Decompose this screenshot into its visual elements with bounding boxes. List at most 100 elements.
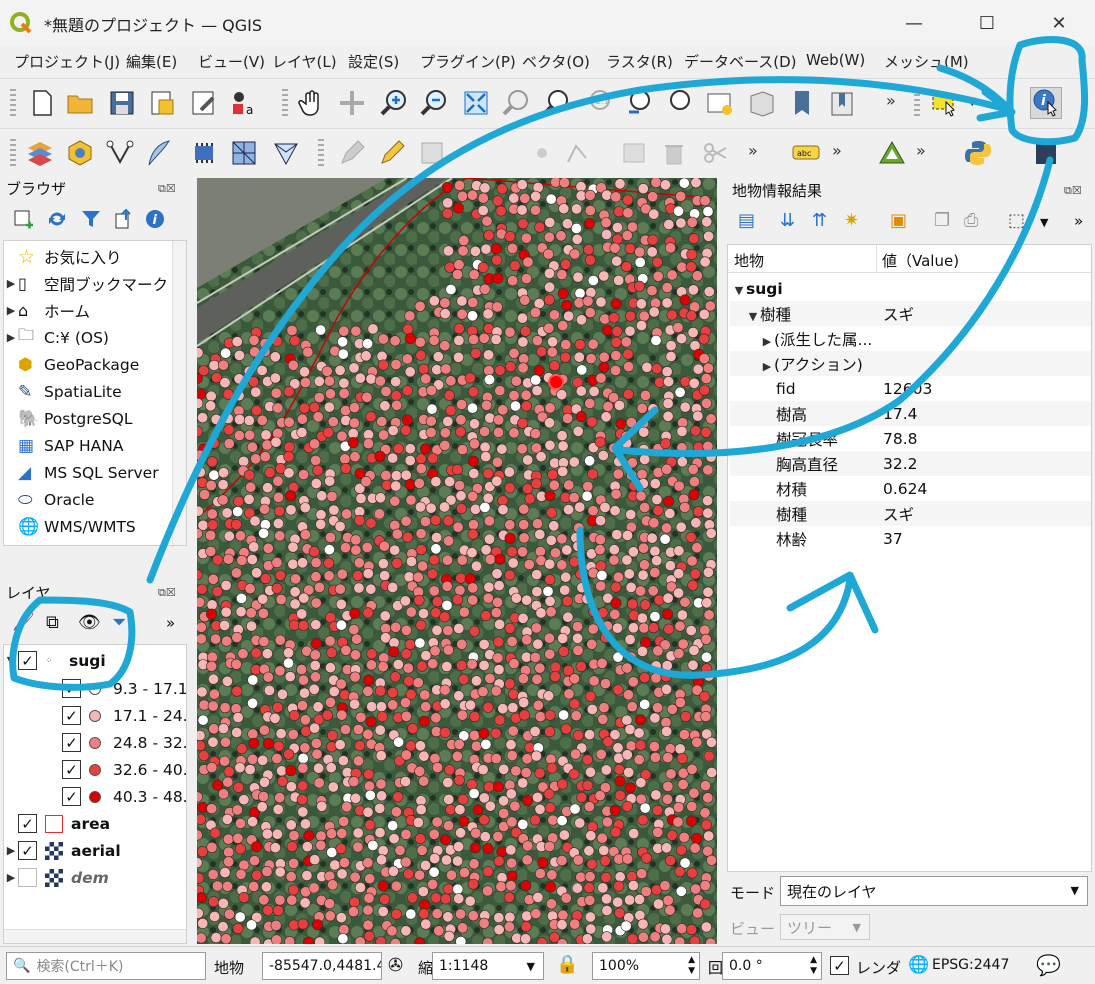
layer-sugi[interactable]: ▼ ✓ ⁘ sugi (4, 647, 106, 674)
new-temporary-layer-button[interactable] (188, 137, 220, 169)
menu-database[interactable]: データベース(D) (684, 51, 797, 72)
add-layer-icon[interactable] (12, 208, 34, 230)
browser-item-home[interactable]: ▶ ⌂ ホーム (4, 297, 90, 324)
info-icon[interactable]: i (144, 208, 166, 230)
legend-class-2[interactable]: ✓17.1 - 24.8 (62, 702, 186, 729)
messages-icon[interactable]: 💬 (1036, 953, 1061, 977)
processing-toolbox-button[interactable] (876, 137, 908, 169)
new-geopackage-button[interactable] (64, 137, 96, 169)
clear-results-icon[interactable]: ▣ (890, 210, 907, 231)
expand-tree-icon[interactable]: ▤ (738, 210, 755, 231)
expand-new-results-icon[interactable]: ✷ (844, 210, 859, 231)
menu-plugins[interactable]: プラグイン(P) (420, 51, 516, 72)
globe-icon[interactable]: 🌐 (908, 955, 929, 975)
minimize-button[interactable]: — (891, 6, 937, 40)
panel-float-close-buttons[interactable]: ⧉☒ (158, 586, 176, 600)
browser-item-mssql[interactable]: ◢ MS SQL Server (4, 459, 159, 486)
menu-view[interactable]: ビュー(V) (198, 51, 265, 72)
filter-icon[interactable]: ⏷ (112, 612, 126, 633)
zoom-full-button[interactable] (460, 87, 492, 119)
save-project-button[interactable] (106, 87, 138, 119)
data-source-manager-button[interactable] (24, 137, 56, 169)
bookmark-button[interactable] (746, 87, 778, 119)
toolbar-more-button[interactable]: » (832, 141, 842, 160)
zoom-in-button[interactable] (378, 87, 410, 119)
pan-map-button[interactable] (296, 87, 328, 119)
identify-derived-row[interactable]: ▶ (派生した属... (730, 326, 1091, 351)
identify-attribute-row[interactable]: 胸高直径 32.2 (730, 451, 1091, 476)
identify-attribute-row[interactable]: 材積 0.624 (730, 476, 1091, 501)
vertex-tool-button[interactable] (562, 137, 594, 169)
labels-button[interactable]: a (228, 87, 260, 119)
toolbar-grip[interactable] (318, 139, 324, 167)
layer-aerial[interactable]: ▶ ✓ aerial (4, 837, 121, 864)
filter-icon[interactable] (80, 208, 102, 230)
identify-attribute-row[interactable]: 樹種 スギ (730, 501, 1091, 526)
metasearch-button[interactable] (1030, 137, 1062, 169)
legend-class-checkbox[interactable]: ✓ (62, 733, 81, 752)
collapse-all-icon[interactable] (112, 208, 134, 230)
new-spatialite-button[interactable] (144, 137, 176, 169)
browser-item-postgresql[interactable]: 🐘 PostgreSQL (4, 405, 133, 432)
identify-mode-icon[interactable]: ⬚ (1008, 210, 1025, 231)
browser-item-oracle[interactable]: ⬭ Oracle (4, 486, 94, 513)
toolbar-more-button[interactable]: » (916, 141, 926, 160)
zoom-native-button[interactable]: 1:1 (582, 87, 614, 119)
toolbar-more-button[interactable]: » (748, 141, 758, 160)
menu-vector[interactable]: ベクタ(O) (522, 51, 590, 72)
magnifier-spinbox[interactable]: 100% ▲ ▼ (592, 952, 700, 980)
legend-class-5[interactable]: ✓40.3 - 48.0 (62, 783, 186, 810)
select-features-button[interactable] (928, 87, 960, 119)
cut-features-button[interactable] (700, 137, 732, 169)
legend-class-3[interactable]: ✓24.8 - 32.6 (62, 729, 186, 756)
zoom-next-button[interactable] (662, 87, 694, 119)
menu-layer[interactable]: レイヤ(L) (272, 51, 337, 72)
menu-mesh[interactable]: メッシュ(M) (884, 51, 969, 72)
mode-select[interactable]: 現在のレイヤ ▼ (780, 876, 1088, 906)
browser-item-geopackage[interactable]: ⬢ GeoPackage (4, 351, 139, 378)
zoom-to-selection-button[interactable] (500, 87, 532, 119)
rotation-spinbox[interactable]: 0.0 ° ▲ ▼ (722, 952, 822, 980)
legend-class-checkbox[interactable]: ✓ (62, 787, 81, 806)
identify-attribute-row[interactable]: 樹高 17.4 (730, 401, 1091, 426)
identify-attribute-row[interactable]: 樹冠長率 78.8 (730, 426, 1091, 451)
save-edits-button[interactable] (416, 137, 448, 169)
layer-visibility-checkbox[interactable]: ✓ (18, 814, 37, 833)
layer-visibility-checkbox[interactable] (18, 868, 37, 887)
identify-feature-row[interactable]: ▼ 樹種 スギ (730, 301, 1091, 326)
new-project-button[interactable] (26, 87, 58, 119)
identify-layer-row[interactable]: ▼ sugi (730, 276, 1091, 301)
identify-attribute-row[interactable]: fid 12603 (730, 376, 1091, 401)
legend-class-checkbox[interactable]: ✓ (62, 760, 81, 779)
column-header-feature[interactable]: 地物 (734, 250, 764, 271)
panel-float-close-buttons[interactable]: ⧉☒ (1064, 184, 1082, 198)
copy-feature-icon[interactable]: ❐ (934, 210, 950, 231)
layer-visibility-checkbox[interactable]: ✓ (18, 651, 37, 670)
toolbar-more-button[interactable]: » (1074, 212, 1083, 230)
browser-item-drive-c[interactable]: ▶ 🗀 C:¥ (OS) (4, 324, 109, 351)
toolbar-grip[interactable] (10, 139, 16, 167)
collapse-all-icon[interactable]: ⇈ (812, 210, 827, 231)
coordinate-field[interactable]: -85547.0,4481.4 (262, 952, 382, 980)
current-edits-button[interactable] (336, 137, 368, 169)
show-bookmarks-button[interactable] (786, 87, 818, 119)
identify-actions-row[interactable]: ▶ (アクション) (730, 351, 1091, 376)
identify-features-button[interactable]: i (1030, 87, 1062, 119)
menu-web[interactable]: Web(W) (806, 51, 865, 69)
style-manager-button[interactable] (188, 87, 220, 119)
new-map-view-button[interactable] (704, 87, 736, 119)
print-layout-button[interactable] (146, 87, 178, 119)
toolbar-more-button[interactable]: » (166, 614, 175, 632)
toolbar-grip[interactable] (10, 89, 16, 117)
chevron-down-icon[interactable]: ▼ (968, 95, 976, 108)
open-project-button[interactable] (64, 87, 96, 119)
browser-item-sap-hana[interactable]: ▦ SAP HANA (4, 432, 123, 459)
panel-float-close-buttons[interactable]: ⧉☒ (158, 182, 176, 196)
zoom-to-layer-button[interactable] (540, 87, 572, 119)
layer-visibility-checkbox[interactable]: ✓ (18, 841, 37, 860)
python-console-button[interactable] (962, 137, 994, 169)
view-select[interactable]: ツリー ▼ (780, 914, 870, 940)
legend-class-checkbox[interactable]: ✓ (62, 679, 81, 698)
browser-item-wms[interactable]: 🌐 WMS/WMTS (4, 513, 136, 540)
zoom-out-button[interactable] (418, 87, 450, 119)
